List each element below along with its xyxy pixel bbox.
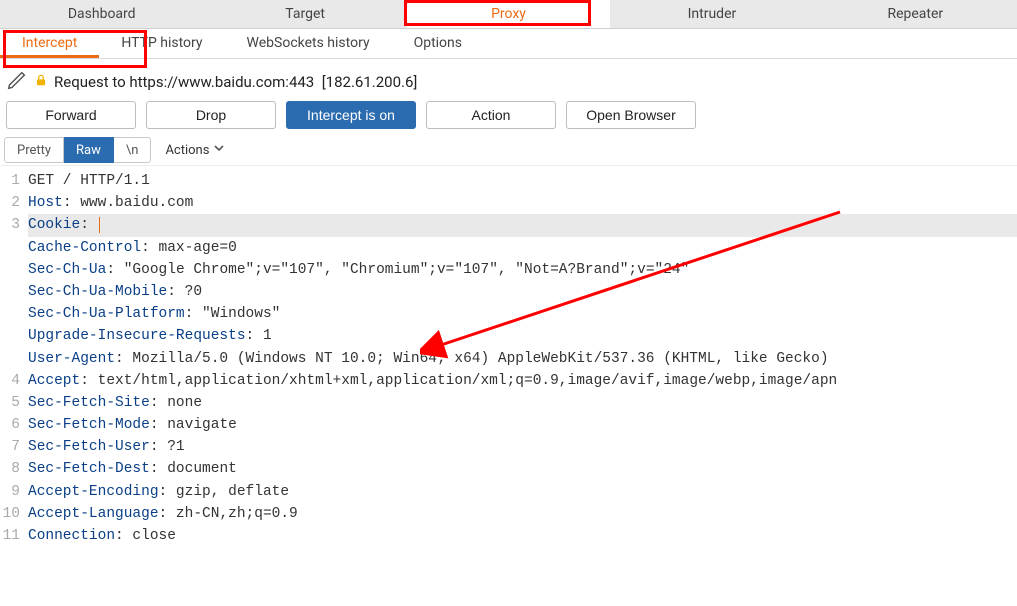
editor-line[interactable]: Sec-Fetch-Mode: navigate xyxy=(28,414,1017,436)
open-browser-button[interactable]: Open Browser xyxy=(566,101,696,129)
editor-line[interactable]: Sec-Fetch-User: ?1 xyxy=(28,436,1017,458)
editor-line[interactable]: Sec-Ch-Ua: "Google Chrome";v="107", "Chr… xyxy=(28,259,1017,281)
gutter-line xyxy=(0,237,24,259)
editor-line[interactable]: Accept: text/html,application/xhtml+xml,… xyxy=(28,370,1017,392)
view-pretty[interactable]: Pretty xyxy=(4,137,64,163)
gutter-line: 11 xyxy=(0,525,24,547)
subtab-intercept[interactable]: Intercept xyxy=(0,29,99,58)
view-mode-row: Pretty Raw \n Actions xyxy=(0,137,1017,166)
gutter-line xyxy=(0,303,24,325)
top-tab-bar: Dashboard Target Proxy Intruder Repeater xyxy=(0,0,1017,29)
view-newline[interactable]: \n xyxy=(114,137,152,163)
lock-icon xyxy=(34,72,48,92)
editor-line[interactable]: Sec-Ch-Ua-Platform: "Windows" xyxy=(28,303,1017,325)
editor-line[interactable]: Accept-Language: zh-CN,zh;q=0.9 xyxy=(28,503,1017,525)
request-editor[interactable]: 123 4567891011 GET / HTTP/1.1Host: www.ba… xyxy=(0,166,1017,547)
gutter-line: 4 xyxy=(0,370,24,392)
gutter-line: 10 xyxy=(0,503,24,525)
line-gutter: 123 4567891011 xyxy=(0,170,24,547)
forward-button[interactable]: Forward xyxy=(6,101,136,129)
editor-actions-menu[interactable]: Actions xyxy=(165,137,225,163)
gutter-line xyxy=(0,281,24,303)
editor-line[interactable]: User-Agent: Mozilla/5.0 (Windows NT 10.0… xyxy=(28,348,1017,370)
gutter-line xyxy=(0,348,24,370)
gutter-line: 7 xyxy=(0,436,24,458)
editor-line[interactable]: Connection: close xyxy=(28,525,1017,547)
gutter-line: 1 xyxy=(0,170,24,192)
gutter-line: 6 xyxy=(0,414,24,436)
editor-line[interactable]: Sec-Fetch-Site: none xyxy=(28,392,1017,414)
tab-target[interactable]: Target xyxy=(203,0,406,28)
tab-intruder[interactable]: Intruder xyxy=(610,0,813,28)
intercept-toggle-button[interactable]: Intercept is on xyxy=(286,101,416,129)
editor-line[interactable]: Sec-Ch-Ua-Mobile: ?0 xyxy=(28,281,1017,303)
sub-tab-bar: Intercept HTTP history WebSockets histor… xyxy=(0,29,1017,59)
gutter-line: 5 xyxy=(0,392,24,414)
tab-dashboard[interactable]: Dashboard xyxy=(0,0,203,28)
request-info-row: Request to https://www.baidu.com:443 [18… xyxy=(0,59,1017,97)
editor-lines[interactable]: GET / HTTP/1.1Host: www.baidu.comCookie:… xyxy=(28,170,1017,547)
subtab-http-history[interactable]: HTTP history xyxy=(99,29,224,58)
chevron-down-icon xyxy=(213,142,225,158)
drop-button[interactable]: Drop xyxy=(146,101,276,129)
text-cursor xyxy=(99,217,100,233)
editor-line[interactable]: Cache-Control: max-age=0 xyxy=(28,237,1017,259)
subtab-websockets-history[interactable]: WebSockets history xyxy=(225,29,392,58)
editor-line[interactable]: GET / HTTP/1.1 xyxy=(28,170,1017,192)
gutter-line xyxy=(0,259,24,281)
gutter-line: 2 xyxy=(0,192,24,214)
tab-proxy[interactable]: Proxy xyxy=(407,0,610,28)
editor-line[interactable]: Cookie: xyxy=(28,214,1017,236)
view-raw[interactable]: Raw xyxy=(64,137,114,163)
gutter-line xyxy=(0,325,24,347)
gutter-line: 3 xyxy=(0,214,24,236)
editor-line[interactable]: Sec-Fetch-Dest: document xyxy=(28,458,1017,480)
editor-line[interactable]: Upgrade-Insecure-Requests: 1 xyxy=(28,325,1017,347)
subtab-options[interactable]: Options xyxy=(392,29,484,58)
tab-repeater[interactable]: Repeater xyxy=(814,0,1017,28)
editor-line[interactable]: Accept-Encoding: gzip, deflate xyxy=(28,481,1017,503)
action-button-row: Forward Drop Intercept is on Action Open… xyxy=(0,97,1017,137)
action-button[interactable]: Action xyxy=(426,101,556,129)
gutter-line: 9 xyxy=(0,481,24,503)
gutter-line: 8 xyxy=(0,458,24,480)
request-label: Request to https://www.baidu.com:443 [18… xyxy=(54,73,417,91)
editor-line[interactable]: Host: www.baidu.com xyxy=(28,192,1017,214)
edit-icon[interactable] xyxy=(6,69,28,95)
